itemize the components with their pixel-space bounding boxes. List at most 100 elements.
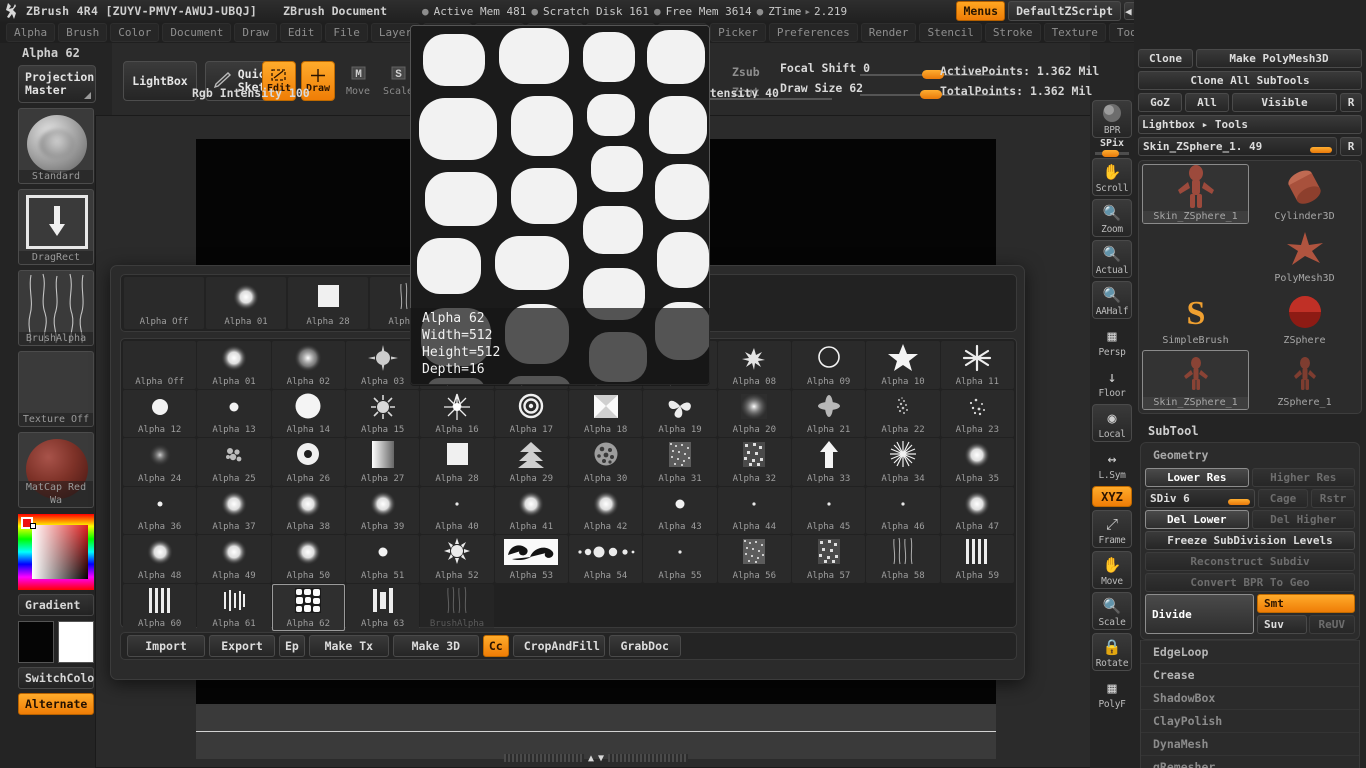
higher-res-button[interactable]: Higher Res	[1251, 468, 1355, 487]
alpha-cell-alpha-20[interactable]: Alpha 20	[717, 389, 791, 437]
alpha-cell-alpha-off[interactable]: Alpha Off	[123, 341, 197, 389]
shelf-button-zoom[interactable]: 🔍 Zoom	[1092, 199, 1132, 237]
alpha-cell-alpha-48[interactable]: Alpha 48	[123, 535, 197, 583]
alpha-cell-alpha-22[interactable]: Alpha 22	[866, 389, 940, 437]
color-picker-field[interactable]	[32, 525, 88, 579]
shelf-button-polyf[interactable]: ▦ PolyF	[1092, 674, 1132, 712]
alpha-cell-alpha-42[interactable]: Alpha 42	[569, 486, 643, 534]
alpha-cell-alpha-30[interactable]: Alpha 30	[569, 438, 643, 486]
shelf-button-local[interactable]: ◉ Local	[1092, 404, 1132, 442]
alpha-cell-alpha-14[interactable]: Alpha 14	[271, 389, 345, 437]
stroke-swatch[interactable]: DragRect	[18, 189, 94, 265]
alpha-cell-alpha-51[interactable]: Alpha 51	[346, 535, 420, 583]
alpha-cell-alpha-50[interactable]: Alpha 50	[271, 535, 345, 583]
menu-item-brush[interactable]: Brush	[58, 23, 108, 42]
alpha-cell-alpha-47[interactable]: Alpha 47	[940, 486, 1014, 534]
alpha-cell-alpha-62[interactable]: Alpha 62	[271, 583, 345, 631]
accordion-item-dynamesh[interactable]: DynaMesh	[1141, 732, 1359, 755]
tool-thumb-simplebrush[interactable]: S SimpleBrush	[1142, 288, 1249, 348]
spix-slider[interactable]: SPix	[1090, 138, 1134, 157]
brush-swatch[interactable]: Standard	[18, 108, 94, 184]
main-color-swatch[interactable]	[18, 621, 54, 663]
shelf-button-lsym[interactable]: ↔ L.Sym	[1092, 445, 1132, 483]
alpha-import-button[interactable]: Import	[127, 635, 205, 657]
goz-r-button[interactable]: R	[1340, 93, 1362, 112]
alpha-cell-alpha-13[interactable]: Alpha 13	[197, 389, 271, 437]
rstr-button[interactable]: Rstr	[1311, 489, 1355, 508]
tool-r-button[interactable]: R	[1340, 137, 1362, 156]
menus-button[interactable]: Menus	[956, 1, 1006, 21]
current-tool-slider[interactable]: Skin_ZSphere_1. 49	[1138, 137, 1337, 156]
alpha-cell-alpha-16[interactable]: Alpha 16	[420, 389, 494, 437]
alpha-cell-alpha-49[interactable]: Alpha 49	[197, 535, 271, 583]
accordion-item-crease[interactable]: Crease	[1141, 663, 1359, 686]
tool-thumb-empty[interactable]	[1142, 226, 1249, 286]
alpha-cc-button[interactable]: Cc	[482, 635, 509, 657]
shelf-button-scale[interactable]: 🔍 Scale	[1092, 592, 1132, 630]
shelf-button-scroll[interactable]: ✋ Scroll	[1092, 158, 1132, 196]
reconstruct-subdiv-button[interactable]: Reconstruct Subdiv	[1145, 552, 1355, 571]
tool-thumb-cylinder3d[interactable]: Cylinder3D	[1251, 164, 1358, 224]
menu-item-file[interactable]: File	[325, 23, 368, 42]
subtool-section-header[interactable]: SubTool	[1134, 418, 1366, 442]
alpha-cell-alpha-19[interactable]: Alpha 19	[643, 389, 717, 437]
clone-button[interactable]: Clone	[1138, 49, 1193, 68]
menu-item-render[interactable]: Render	[860, 23, 917, 42]
zsub-label[interactable]: Zsub	[732, 65, 760, 79]
alpha-cell-alpha-26[interactable]: Alpha 26	[271, 438, 345, 486]
switchcolor-button[interactable]: SwitchColor	[18, 667, 101, 689]
alpha-cell-alpha-09[interactable]: Alpha 09	[792, 341, 866, 389]
alpha-cell-alpha-15[interactable]: Alpha 15	[346, 389, 420, 437]
divide-button[interactable]: Divide	[1145, 594, 1254, 634]
menu-item-stencil[interactable]: Stencil	[919, 23, 982, 42]
alpha-cell-alpha-34[interactable]: Alpha 34	[866, 438, 940, 486]
alpha-cell-alpha-60[interactable]: Alpha 60	[123, 583, 197, 631]
accordion-item-claypolish[interactable]: ClayPolish	[1141, 709, 1359, 732]
alpha-make-3d-button[interactable]: Make 3D	[392, 635, 479, 657]
alpha-cell-alpha-37[interactable]: Alpha 37	[197, 486, 271, 534]
alpha-grab-doc-button[interactable]: GrabDoc	[608, 635, 681, 657]
menu-item-picker[interactable]: Picker	[710, 23, 766, 42]
lightbox-button[interactable]: LightBox	[123, 61, 197, 101]
make-polymesh3d-button[interactable]: Make PolyMesh3D	[1196, 49, 1362, 68]
alpha-cell-alpha-38[interactable]: Alpha 38	[271, 486, 345, 534]
zscript-button[interactable]: DefaultZScript	[1008, 1, 1121, 21]
alpha-cell-alpha-18[interactable]: Alpha 18	[569, 389, 643, 437]
alpha-cell-alpha-56[interactable]: Alpha 56	[717, 535, 791, 583]
tool-thumb-skin-zsphere-1[interactable]: Skin_ZSphere_1	[1142, 350, 1249, 410]
sdiv-slider[interactable]: SDiv 6	[1145, 489, 1255, 508]
goz-all-button[interactable]: All	[1185, 93, 1229, 112]
alpha-cell-alpha-28[interactable]: Alpha 28	[420, 438, 494, 486]
shelf-button-move[interactable]: ✋ Move	[1092, 551, 1132, 589]
alpha-cell-alpha-12[interactable]: Alpha 12	[123, 389, 197, 437]
menu-item-document[interactable]: Document	[162, 23, 232, 42]
accordion-item-shadowbox[interactable]: ShadowBox	[1141, 686, 1359, 709]
scroll-down-icon[interactable]: ▼	[598, 753, 604, 764]
alpha-cell-alpha-24[interactable]: Alpha 24	[123, 438, 197, 486]
alpha-cell-alpha-03[interactable]: Alpha 03	[346, 341, 420, 389]
alpha-cell-alpha-10[interactable]: Alpha 10	[866, 341, 940, 389]
menu-item-color[interactable]: Color	[110, 23, 160, 42]
scroll-up-icon[interactable]: ▲	[588, 753, 594, 764]
menu-item-alpha[interactable]: Alpha	[6, 23, 56, 42]
color-picker[interactable]	[18, 514, 94, 590]
alpha-ep-button[interactable]: Ep	[279, 635, 305, 657]
alpha-cell-alpha-36[interactable]: Alpha 36	[123, 486, 197, 534]
suv-button[interactable]: Suv	[1257, 615, 1307, 634]
accordion-item-qremesher[interactable]: qRemesher	[1141, 755, 1359, 768]
alpha-cell-alpha-45[interactable]: Alpha 45	[792, 486, 866, 534]
alpha-cell-alpha-02[interactable]: Alpha 02	[271, 341, 345, 389]
alpha-cell-alpha-59[interactable]: Alpha 59	[940, 535, 1014, 583]
alpha-crop-and-fill-button[interactable]: CropAndFill	[512, 635, 605, 657]
alpha-cell-alpha-33[interactable]: Alpha 33	[792, 438, 866, 486]
alpha-cell-alpha-44[interactable]: Alpha 44	[717, 486, 791, 534]
gradient-button[interactable]: Gradient	[18, 594, 94, 616]
convert-bpr-to-geo-button[interactable]: Convert BPR To Geo	[1145, 573, 1355, 592]
texture-swatch[interactable]: Texture Off	[18, 351, 94, 427]
secondary-color-swatch[interactable]	[58, 621, 94, 663]
accordion-item-edgeloop[interactable]: EdgeLoop	[1141, 640, 1359, 663]
alpha-cell-alpha-41[interactable]: Alpha 41	[494, 486, 568, 534]
alpha-cell-alpha-54[interactable]: Alpha 54	[569, 535, 643, 583]
alpha-cell-alpha-46[interactable]: Alpha 46	[866, 486, 940, 534]
alternate-button[interactable]: Alternate	[18, 693, 94, 715]
